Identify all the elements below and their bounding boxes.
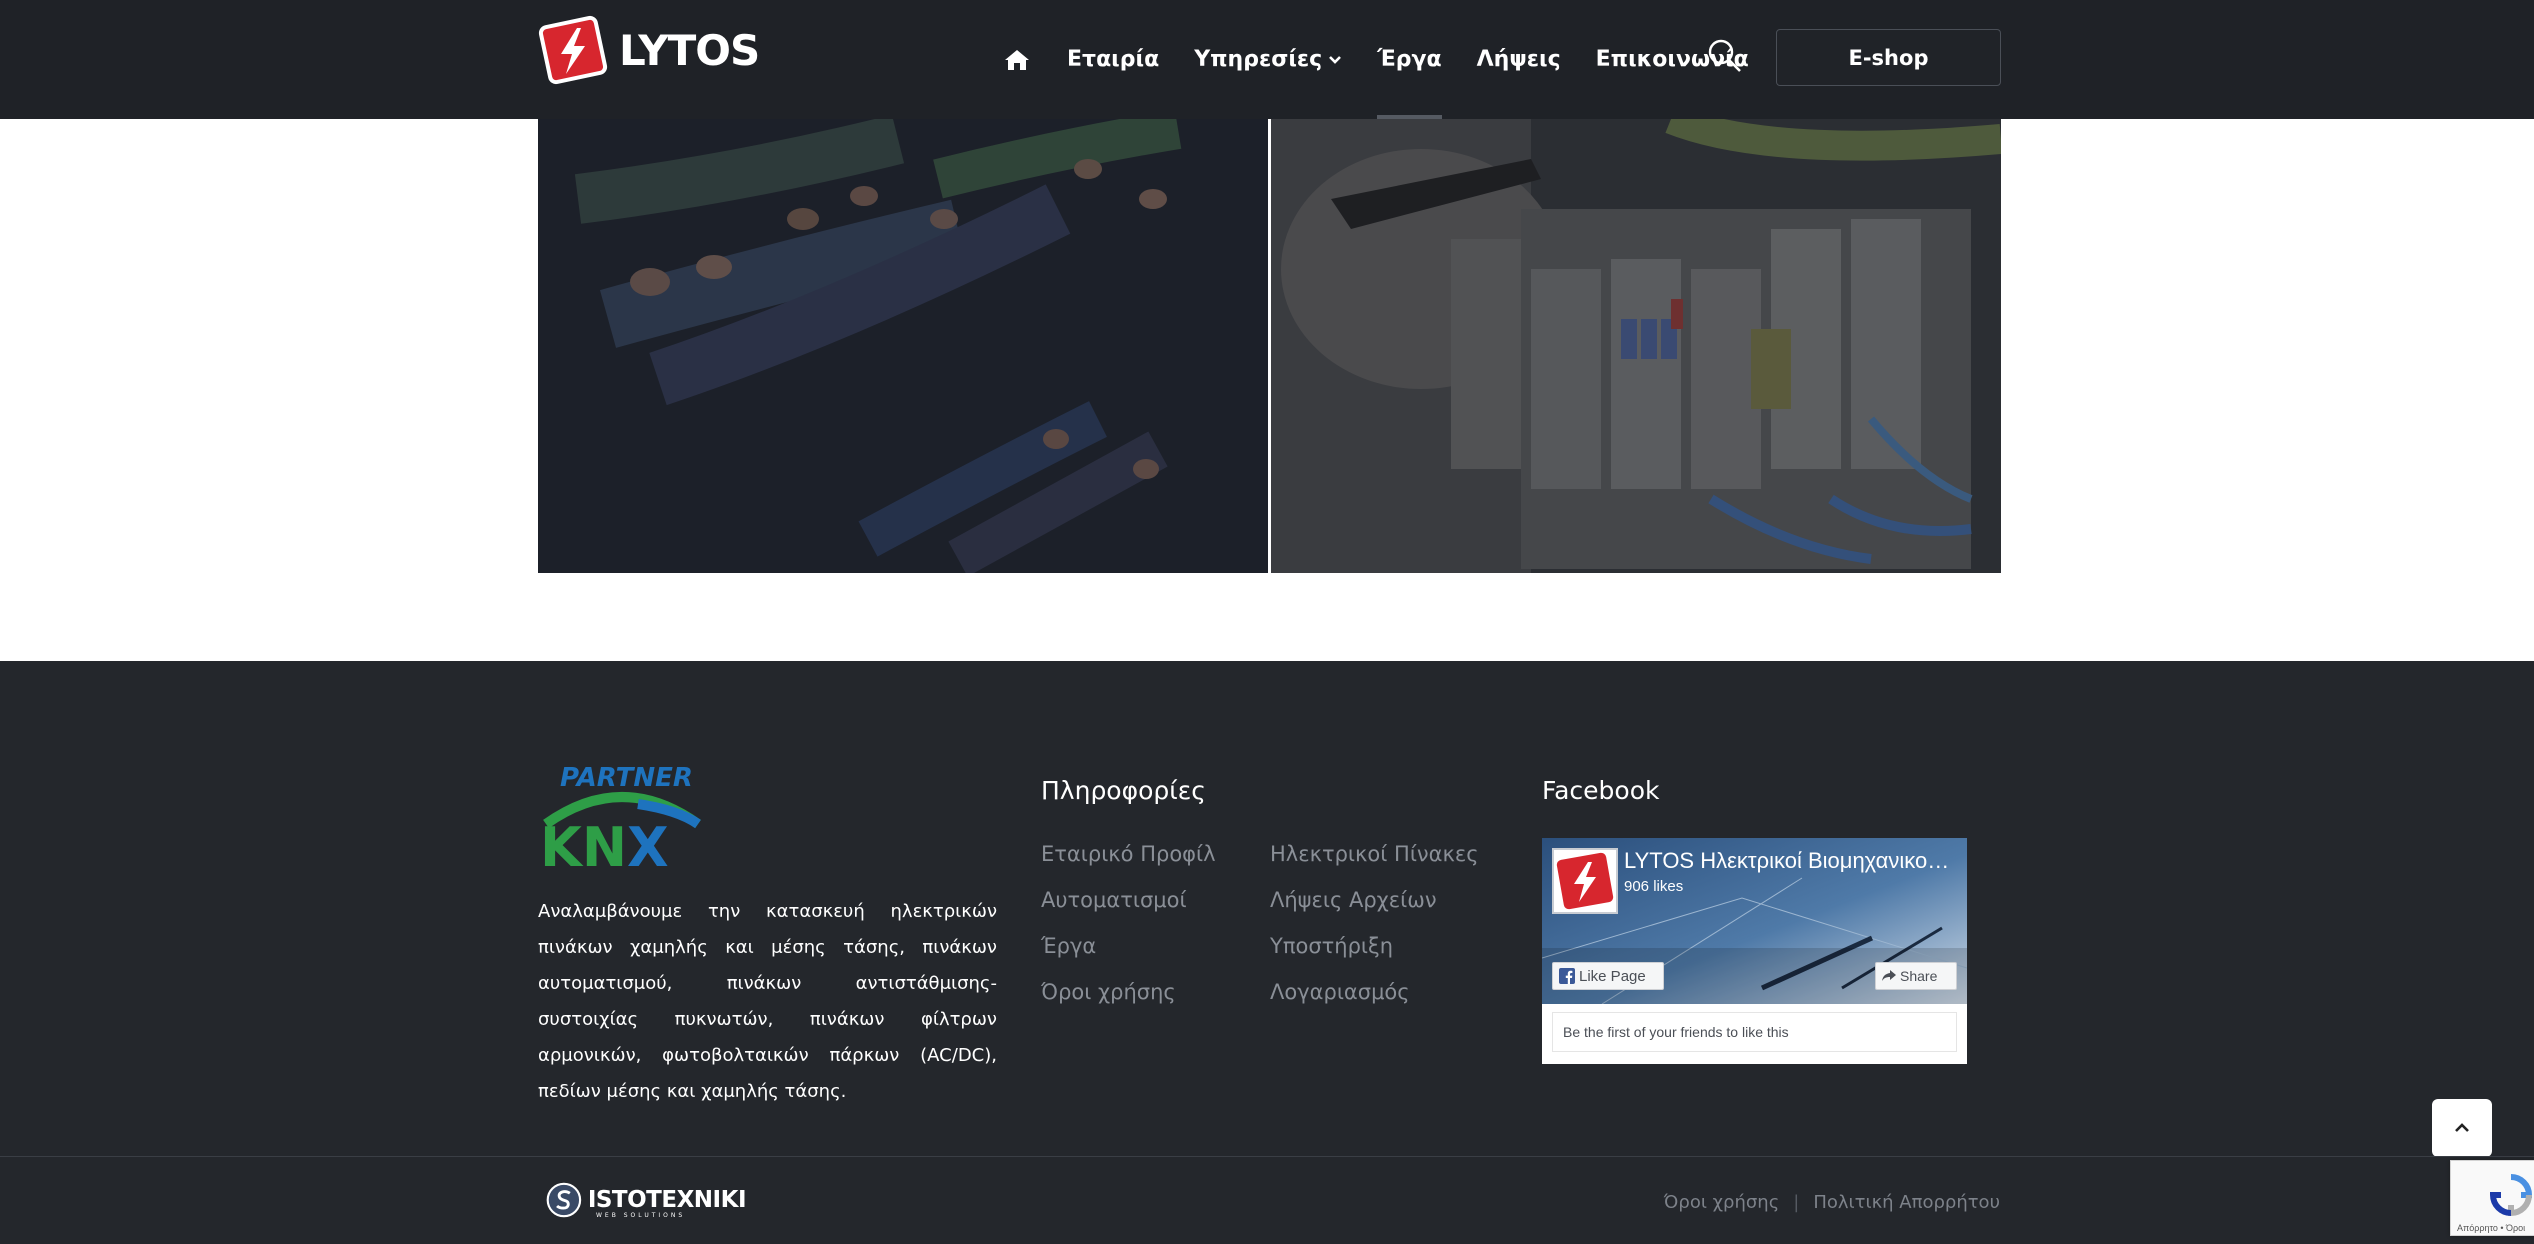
site-logo[interactable]: LYTOS	[537, 14, 760, 86]
info-title: Πληροφορίες	[1041, 776, 1206, 805]
link-projects[interactable]: Έργα	[1041, 923, 1216, 969]
gallery-image-electrical-panel[interactable]	[1271, 119, 2001, 573]
knx-text: KNX	[540, 816, 669, 870]
facebook-page-widget[interactable]: LYTOS Ηλεκτρικοί Βιομηχανικοί Πίνακες 90…	[1542, 838, 1967, 1064]
facebook-title: Facebook	[1542, 776, 1660, 805]
chevron-up-icon	[2455, 1123, 2469, 1132]
knx-partner-logo: PARTNER KNX	[540, 763, 701, 870]
scroll-to-top-button[interactable]	[2432, 1099, 2492, 1157]
legal-privacy-link[interactable]: Πολιτική Απορρήτου	[1813, 1192, 2000, 1213]
legal-links: Όροι χρήσης | Πολιτική Απορρήτου	[1664, 1192, 2000, 1213]
projects-gallery	[538, 119, 2001, 573]
info-links-col2: Ηλεκτρικοί Πίνακες Λήψεις Αρχείων Υποστή…	[1270, 831, 1479, 1015]
nav-company[interactable]: Εταιρία	[1067, 0, 1159, 119]
link-company-profile[interactable]: Εταιρικό Προφίλ	[1041, 831, 1216, 877]
chevron-down-icon	[1329, 55, 1342, 64]
facebook-likes-count: 906 likes	[1624, 878, 1684, 895]
site-header: LYTOS Εταιρία Υπηρεσίες Έργα Λήψεις Επικ…	[0, 0, 2534, 119]
logo-wordmark: LYTOS	[619, 25, 760, 75]
link-electrical-panels[interactable]: Ηλεκτρικοί Πίνακες	[1270, 831, 1479, 877]
recaptcha-icon	[2489, 1174, 2533, 1217]
facebook-share-button[interactable]: Share	[1875, 962, 1957, 990]
istotexniki-subtext: WEB SOLUTIONS	[596, 1212, 686, 1219]
nav-projects[interactable]: Έργα	[1377, 0, 1443, 119]
facebook-page-name[interactable]: LYTOS Ηλεκτρικοί Βιομηχανικοί Πίνακες	[1624, 848, 1954, 874]
istotexniki-mark-icon	[546, 1182, 582, 1218]
knx-partner-text: PARTNER	[560, 763, 693, 793]
legal-terms-link[interactable]: Όροι χρήσης	[1664, 1192, 1780, 1213]
info-links-col1: Εταιρικό Προφίλ Αυτοματισμοί Έργα Όροι χ…	[1041, 831, 1216, 1015]
nav-services[interactable]: Υπηρεσίες	[1194, 0, 1342, 119]
facebook-like-button[interactable]: Like Page	[1552, 962, 1664, 990]
link-terms[interactable]: Όροι χρήσης	[1041, 969, 1216, 1015]
share-arrow-icon	[1882, 970, 1896, 981]
recaptcha-terms-text: Απόρρητο • Όροι	[2457, 1223, 2526, 1233]
recaptcha-badge[interactable]: Απόρρητο • Όροι	[2450, 1160, 2534, 1236]
facebook-avatar	[1552, 848, 1618, 914]
link-file-downloads[interactable]: Λήψεις Αρχείων	[1270, 877, 1479, 923]
facebook-friends-text: Be the first of your friends to like thi…	[1552, 1012, 1957, 1052]
link-support[interactable]: Υποστήριξη	[1270, 923, 1479, 969]
istotexniki-logo[interactable]: ISTOTEXNIKI WEB SOLUTIONS	[546, 1176, 747, 1224]
footer-divider	[0, 1156, 2534, 1157]
facebook-icon	[1559, 968, 1575, 984]
cables-image	[538, 119, 1268, 573]
nav-downloads[interactable]: Λήψεις	[1477, 0, 1561, 119]
about-text: Αναλαμβάνουμε την κατασκευή ηλεκτρικών π…	[538, 901, 997, 1102]
home-icon[interactable]	[1004, 46, 1032, 74]
search-icon[interactable]	[1707, 38, 1743, 74]
eshop-button[interactable]: E-shop	[1776, 29, 2001, 86]
lytos-lightning-logo-icon	[538, 15, 608, 85]
legal-separator: |	[1793, 1192, 1800, 1213]
main-nav: Εταιρία Υπηρεσίες Έργα Λήψεις Επικοινωνί…	[1004, 0, 1784, 119]
electrical-panel-image	[1271, 119, 2001, 573]
gallery-image-cables[interactable]	[538, 119, 1268, 573]
link-account[interactable]: Λογαριασμός	[1270, 969, 1479, 1015]
link-automations[interactable]: Αυτοματισμοί	[1041, 877, 1216, 923]
istotexniki-wordmark: ISTOTEXNIKI	[587, 1187, 747, 1213]
